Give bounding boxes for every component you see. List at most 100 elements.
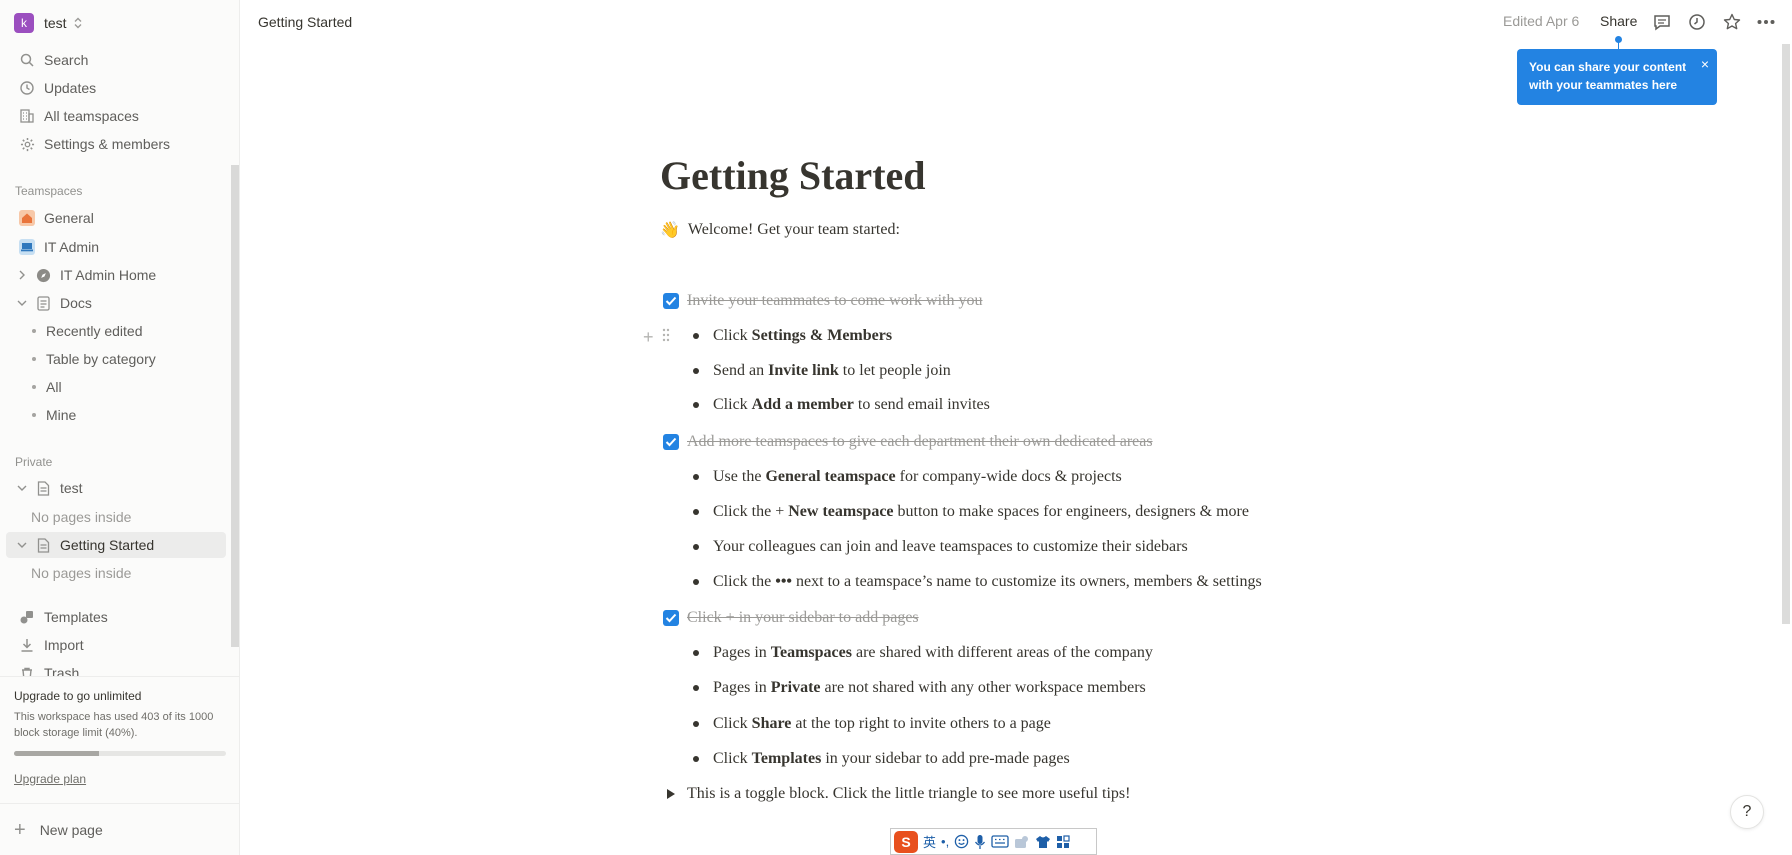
chevron-updown-icon	[73, 17, 83, 29]
chevron-down-icon[interactable]	[14, 480, 30, 496]
building-icon	[18, 107, 36, 125]
todo-item[interactable]: Click + in your sidebar to add pages	[663, 609, 919, 627]
sogou-logo-icon[interactable]: S	[894, 830, 918, 853]
page-getting-started[interactable]: Getting Started	[6, 532, 226, 558]
tooltip-stem	[1618, 39, 1619, 49]
bullet-item[interactable]: Pages in Teamspaces are shared with diff…	[693, 644, 1153, 662]
toggle-triangle-icon[interactable]	[667, 789, 675, 799]
bullet-item[interactable]: Click the ••• next to a teamspace’s name…	[693, 573, 1262, 591]
text-pre: Click the	[713, 573, 776, 590]
bullet-text: Click Share at the top right to invite o…	[713, 715, 1051, 733]
bullet-text: Click the ••• next to a teamspace’s name…	[713, 573, 1262, 591]
sidebar-scrollbar[interactable]	[231, 165, 239, 647]
page-test[interactable]: test	[6, 475, 226, 501]
bullet-dot	[693, 402, 699, 408]
skin-shirt-icon[interactable]	[1035, 835, 1051, 849]
bullet-item[interactable]: Send an Invite link to let people join	[693, 362, 951, 380]
todo-item[interactable]: Add more teamspaces to give each departm…	[663, 433, 1153, 451]
text-bold: Add a member	[751, 396, 854, 413]
checkbox-checked-icon[interactable]	[663, 434, 679, 450]
nav-search[interactable]: Search	[6, 47, 226, 73]
page-scrollbar[interactable]	[1782, 44, 1790, 624]
teamspaces-section-label[interactable]: Teamspaces	[15, 184, 82, 198]
handwriting-icon[interactable]	[1014, 835, 1030, 849]
bullet-text: Click the + New teamspace button to make…	[713, 503, 1249, 521]
checkbox-checked-icon[interactable]	[663, 610, 679, 626]
private-section-label[interactable]: Private	[15, 455, 52, 469]
text-pre: Your colleagues can join and leave teams…	[713, 538, 1188, 555]
bullet-text: Click Settings & Members	[713, 327, 892, 345]
ime-toolbar: S 英 •,	[890, 828, 1097, 855]
new-page-button[interactable]: + New page	[0, 803, 239, 855]
bullet-text: Send an Invite link to let people join	[713, 362, 951, 380]
upgrade-plan-link[interactable]: Upgrade plan	[14, 772, 225, 786]
nav-updates[interactable]: Updates	[6, 75, 226, 101]
todo-item[interactable]: Invite your teammates to come work with …	[663, 292, 982, 310]
view-label: Mine	[46, 407, 77, 423]
docs-view-mine[interactable]: Mine	[6, 402, 226, 428]
page-label: Docs	[60, 295, 92, 311]
bullet-dot	[693, 544, 699, 550]
ime-punctuation-toggle[interactable]: •,	[941, 834, 949, 849]
microphone-icon[interactable]	[974, 834, 986, 850]
bullet-item[interactable]: Click Share at the top right to invite o…	[693, 715, 1051, 733]
breadcrumb[interactable]: Getting Started	[258, 14, 352, 30]
emoji-icon[interactable]	[954, 834, 969, 849]
history-icon[interactable]	[1686, 11, 1708, 33]
page-docs[interactable]: Docs	[6, 290, 226, 316]
block-handle[interactable]: +	[643, 327, 670, 348]
chevron-down-icon[interactable]	[14, 295, 30, 311]
bullet-item[interactable]: Click Templates in your sidebar to add p…	[693, 750, 1070, 768]
text-pre: Click	[713, 750, 752, 767]
nav-label: All teamspaces	[44, 108, 139, 124]
checkbox-checked-icon[interactable]	[663, 293, 679, 309]
bullet-item[interactable]: Pages in Private are not shared with any…	[693, 679, 1146, 697]
plus-icon[interactable]: +	[643, 327, 654, 348]
teamspace-it-admin[interactable]: IT Admin	[6, 234, 226, 260]
nav-templates[interactable]: Templates	[6, 604, 226, 630]
close-icon[interactable]: ×	[1701, 55, 1709, 73]
bullet-item[interactable]: Your colleagues can join and leave teams…	[693, 538, 1188, 556]
chevron-right-icon[interactable]	[14, 267, 30, 283]
bullet-item[interactable]: Use the General teamspace for company-wi…	[693, 468, 1122, 486]
docs-view-recently-edited[interactable]: Recently edited	[6, 318, 226, 344]
bullet-text: Click Templates in your sidebar to add p…	[713, 750, 1070, 768]
chevron-down-icon[interactable]	[14, 537, 30, 553]
toolbox-grid-icon[interactable]	[1056, 834, 1070, 849]
page-label: IT Admin Home	[60, 267, 157, 283]
bullet-text: Use the General teamspace for company-wi…	[713, 468, 1122, 486]
star-icon[interactable]	[1721, 11, 1743, 33]
clock-icon	[18, 79, 36, 97]
docs-view-table-by-category[interactable]: Table by category	[6, 346, 226, 372]
more-icon[interactable]	[1755, 11, 1777, 33]
text-bold: Templates	[751, 750, 822, 767]
nav-label: Updates	[44, 80, 97, 96]
comment-icon[interactable]	[1651, 11, 1673, 33]
no-pages-inside: No pages inside	[31, 509, 132, 525]
workspace-switcher[interactable]: k test	[14, 12, 83, 34]
help-button[interactable]: ?	[1730, 795, 1764, 829]
page-it-admin-home[interactable]: IT Admin Home	[6, 262, 226, 288]
nav-import[interactable]: Import	[6, 632, 226, 658]
docs-view-all[interactable]: All	[6, 374, 226, 400]
nav-trash[interactable]: Trash	[6, 660, 226, 676]
toggle-block[interactable]: This is a toggle block. Click the little…	[663, 785, 1130, 803]
ime-mode-toggle[interactable]: 英	[923, 832, 936, 851]
drag-handle-icon[interactable]	[662, 328, 670, 347]
bullet-item[interactable]: Click Settings & Members	[693, 327, 892, 345]
storage-progress-bar	[14, 751, 226, 756]
nav-settings-members[interactable]: Settings & members	[6, 131, 226, 157]
bullet-item[interactable]: Click Add a member to send email invites	[693, 396, 990, 414]
text-bold: Invite link	[768, 362, 839, 379]
teamspace-general[interactable]: General	[6, 205, 226, 231]
nav-all-teamspaces[interactable]: All teamspaces	[6, 103, 226, 129]
text-bold: •••	[775, 573, 793, 590]
text-post: are not shared with any other workspace …	[820, 679, 1146, 696]
bullet-item[interactable]: Click the + New teamspace button to make…	[693, 503, 1249, 521]
keyboard-icon[interactable]	[991, 835, 1009, 848]
page-title[interactable]: Getting Started	[660, 152, 926, 199]
welcome-line[interactable]: 👋 Welcome! Get your team started:	[660, 220, 900, 240]
share-button[interactable]: Share	[1600, 13, 1637, 29]
document-icon	[34, 479, 52, 497]
waving-hand-icon: 👋	[660, 222, 680, 239]
